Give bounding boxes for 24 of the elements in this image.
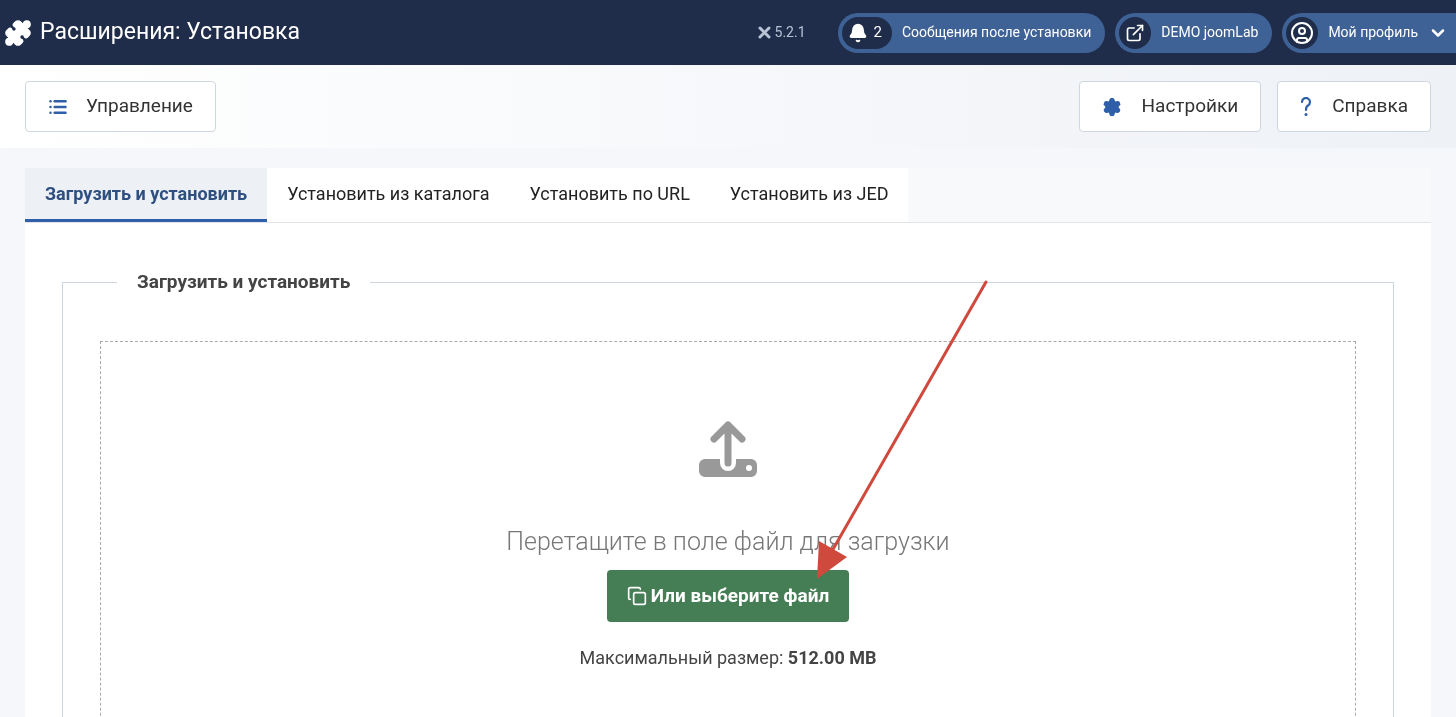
fieldset-legend: Загрузить и установить bbox=[117, 268, 371, 297]
choose-file-button[interactable]: Или выберите файл bbox=[606, 570, 850, 622]
copy-icon bbox=[626, 586, 647, 606]
tab[interactable]: Загрузить и установить bbox=[25, 168, 268, 222]
user-icon bbox=[1290, 20, 1315, 45]
notifications-button[interactable]: 2 Сообщения после установки bbox=[837, 12, 1106, 53]
help-button[interactable]: Справка bbox=[1277, 81, 1431, 132]
tab[interactable]: Установить по URL bbox=[509, 168, 710, 222]
tab[interactable]: Установить из JED bbox=[709, 168, 909, 222]
page-title: Расширения: Установка bbox=[40, 17, 300, 48]
settings-icon bbox=[1101, 96, 1122, 117]
max-size-text: Максимальный размер: 512.00 MB bbox=[579, 646, 877, 670]
bell-icon bbox=[847, 22, 868, 43]
puzzle-icon bbox=[4, 18, 32, 47]
profile-button[interactable]: Мой профиль bbox=[1282, 12, 1456, 53]
notification-count: 2 bbox=[873, 22, 883, 44]
help-icon bbox=[1300, 96, 1313, 117]
joomla-logo-icon bbox=[757, 26, 771, 39]
tab[interactable]: Установить из каталога bbox=[267, 168, 510, 222]
site-link-button[interactable]: DEMO joomLab bbox=[1115, 12, 1273, 53]
manage-button[interactable]: Управление bbox=[25, 81, 216, 132]
settings-button[interactable]: Настройки bbox=[1078, 81, 1262, 132]
version-label: 5.2.1 bbox=[774, 23, 806, 42]
external-link-icon bbox=[1125, 22, 1146, 43]
